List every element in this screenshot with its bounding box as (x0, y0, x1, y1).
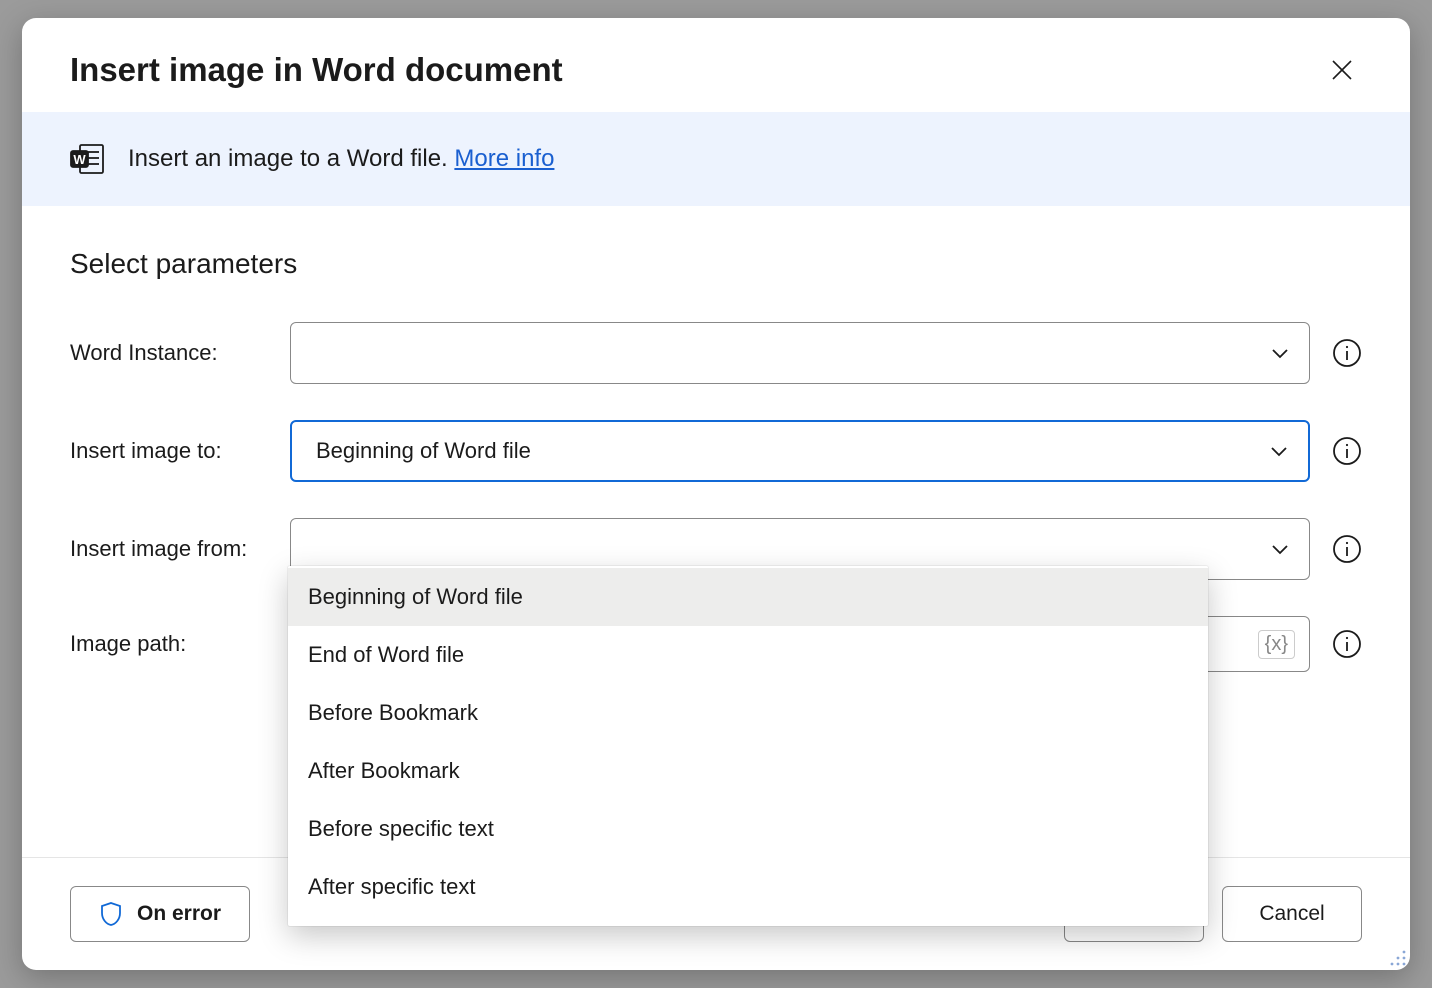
info-icon[interactable] (1332, 338, 1362, 368)
insert-to-value: Beginning of Word file (316, 438, 531, 464)
insert-to-dropdown: Beginning of Word file End of Word file … (288, 566, 1208, 926)
svg-text:W: W (73, 152, 86, 167)
chevron-down-icon (1269, 538, 1291, 560)
info-icon[interactable] (1332, 436, 1362, 466)
dropdown-option[interactable]: End of Word file (288, 626, 1208, 684)
dialog-header: Insert image in Word document (22, 18, 1410, 112)
info-icon[interactable] (1332, 534, 1362, 564)
dialog-title: Insert image in Word document (70, 51, 563, 89)
section-heading: Select parameters (70, 248, 1362, 280)
dropdown-option[interactable]: Before Bookmark (288, 684, 1208, 742)
image-path-label: Image path: (70, 631, 290, 657)
more-info-link[interactable]: More info (454, 145, 554, 172)
cancel-button[interactable]: Cancel (1222, 886, 1362, 942)
word-instance-label: Word Instance: (70, 340, 290, 366)
close-icon (1331, 59, 1353, 81)
dialog: Insert image in Word document W Insert a… (22, 18, 1410, 970)
chevron-down-icon (1268, 440, 1290, 462)
shield-icon (99, 901, 123, 927)
on-error-button[interactable]: On error (70, 886, 250, 942)
info-banner: W Insert an image to a Word file. More i… (22, 112, 1410, 206)
dropdown-option[interactable]: Before specific text (288, 800, 1208, 858)
param-row-insert-to: Insert image to: Beginning of Word file (70, 420, 1362, 482)
insert-from-label: Insert image from: (70, 536, 290, 562)
insert-to-select[interactable]: Beginning of Word file (290, 420, 1310, 482)
variable-icon[interactable]: {x} (1258, 630, 1295, 659)
info-icon[interactable] (1332, 629, 1362, 659)
dropdown-option[interactable]: Beginning of Word file (288, 568, 1208, 626)
param-row-word-instance: Word Instance: (70, 322, 1362, 384)
dropdown-option[interactable]: After specific text (288, 858, 1208, 916)
insert-to-label: Insert image to: (70, 438, 290, 464)
info-text: Insert an image to a Word file. More inf… (128, 145, 554, 173)
info-description: Insert an image to a Word file. (128, 145, 454, 172)
word-icon: W (70, 144, 104, 174)
cancel-label: Cancel (1259, 902, 1324, 926)
resize-grip-icon[interactable] (1389, 949, 1407, 967)
on-error-label: On error (137, 902, 221, 926)
chevron-down-icon (1269, 342, 1291, 364)
word-instance-select[interactable] (290, 322, 1310, 384)
dropdown-option[interactable]: After Bookmark (288, 742, 1208, 800)
close-button[interactable] (1322, 50, 1362, 90)
